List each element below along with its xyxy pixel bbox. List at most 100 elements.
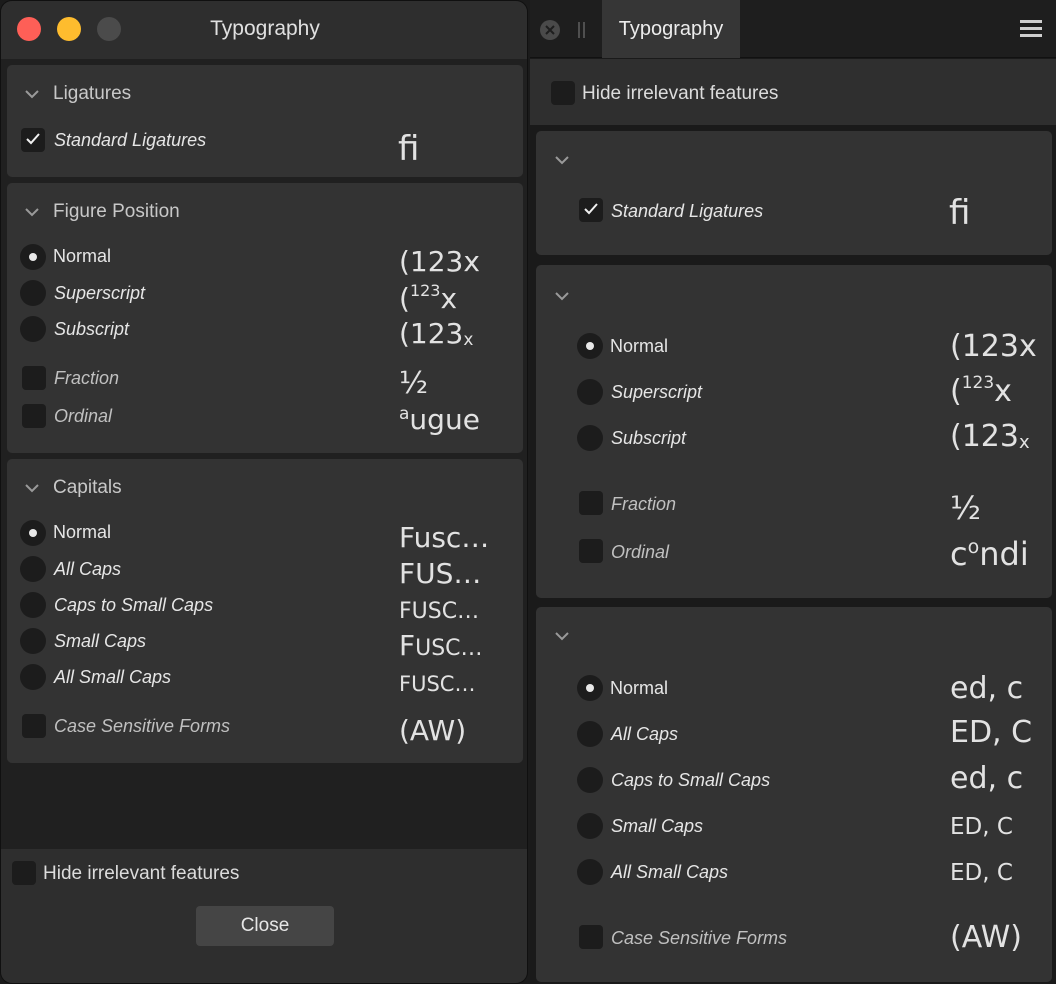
standard-ligatures-checkbox[interactable]	[21, 128, 45, 152]
fraction-label: Fraction	[54, 368, 120, 388]
caps-to-small-caps-sample: ed, c	[950, 761, 1024, 796]
standard-ligatures-sample: fi	[398, 129, 420, 169]
ligatures-section: Standard Ligatures fi	[536, 131, 1052, 255]
caps-normal-sample: ed, c	[950, 671, 1024, 706]
section-title-capitals: Capitals	[53, 477, 122, 498]
small-caps-sample: FUSC…	[399, 629, 483, 662]
caps-normal-label: Normal	[610, 678, 669, 698]
hamburger-menu-icon[interactable]	[1020, 20, 1042, 38]
title-bar: Typography	[1, 1, 527, 59]
figure-subscript-label: Subscript	[54, 319, 130, 339]
chevron-down-icon[interactable]	[25, 484, 39, 496]
standard-ligatures-label: Standard Ligatures	[54, 130, 207, 150]
case-sensitive-forms-label: Case Sensitive Forms	[54, 716, 231, 736]
chevron-down-icon[interactable]	[555, 156, 569, 168]
ligatures-section: Ligatures Standard Ligatures fi	[7, 65, 523, 177]
close-button[interactable]: Close	[196, 906, 334, 946]
chevron-down-icon[interactable]	[555, 292, 569, 304]
standard-ligatures-label: Standard Ligatures	[611, 201, 764, 221]
typography-dialog: Typography Ligatures Standard Ligatures …	[0, 0, 528, 984]
fraction-sample: ½	[399, 366, 429, 401]
all-caps-label: All Caps	[54, 559, 122, 579]
ordinal-checkbox[interactable]	[579, 539, 603, 563]
filter-bar: Hide irrelevant features	[530, 59, 1056, 125]
fraction-checkbox[interactable]	[579, 491, 603, 515]
hide-irrelevant-label: Hide irrelevant features	[43, 863, 240, 884]
figure-position-section: Figure Position Normal (123x Superscript…	[7, 183, 523, 453]
standard-ligatures-checkbox[interactable]	[579, 198, 603, 222]
ordinal-label: Ordinal	[611, 542, 670, 562]
small-caps-label: Small Caps	[54, 631, 147, 651]
figure-subscript-sample: (123x	[399, 317, 474, 350]
chevron-down-icon[interactable]	[555, 632, 569, 644]
fraction-sample: ½	[950, 489, 982, 527]
small-caps-radio[interactable]	[20, 628, 46, 654]
hide-irrelevant-checkbox[interactable]	[551, 81, 575, 105]
fraction-label: Fraction	[611, 494, 677, 514]
small-caps-sample: ED, C	[950, 814, 1013, 840]
checkmark-icon	[584, 203, 598, 215]
figure-superscript-sample: (123x	[399, 281, 458, 315]
small-caps-label: Small Caps	[611, 816, 704, 836]
all-caps-radio[interactable]	[577, 721, 603, 747]
all-small-caps-radio[interactable]	[20, 664, 46, 690]
caps-to-small-caps-radio[interactable]	[577, 767, 603, 793]
figure-superscript-label: Superscript	[611, 382, 703, 402]
figure-subscript-radio[interactable]	[577, 425, 603, 451]
small-caps-radio[interactable]	[577, 813, 603, 839]
close-icon[interactable]	[540, 20, 560, 40]
hide-irrelevant-checkbox[interactable]	[12, 861, 36, 885]
caps-to-small-caps-label: Caps to Small Caps	[54, 595, 214, 615]
capitals-section: Capitals Normal Fusc… All Caps FUS… Caps…	[7, 459, 523, 763]
case-sensitive-forms-checkbox[interactable]	[579, 925, 603, 949]
caps-to-small-caps-radio[interactable]	[20, 592, 46, 618]
figure-normal-sample: (123x	[950, 329, 1037, 364]
checkmark-icon	[26, 133, 40, 145]
hide-irrelevant-label: Hide irrelevant features	[582, 83, 779, 104]
drag-handle-icon[interactable]	[578, 22, 586, 38]
figure-normal-label: Normal	[610, 336, 669, 356]
figure-superscript-sample: (123x	[950, 373, 1012, 409]
figure-subscript-radio[interactable]	[20, 316, 46, 342]
panel-tab-bar: Typography	[530, 0, 1056, 58]
figure-normal-label: Normal	[53, 246, 112, 266]
tab-typography[interactable]: Typography	[602, 0, 740, 58]
all-small-caps-radio[interactable]	[577, 859, 603, 885]
capitals-section: Normal ed, c All Caps ED, C Caps to Smal…	[536, 607, 1052, 982]
figure-position-section: Normal (123x Superscript (123x Subscript…	[536, 265, 1052, 598]
figure-superscript-radio[interactable]	[577, 379, 603, 405]
figure-normal-sample: (123x	[399, 245, 480, 278]
section-title-ligatures: Ligatures	[53, 83, 132, 104]
ordinal-sample: augue	[399, 403, 480, 436]
figure-normal-radio[interactable]	[20, 244, 46, 270]
ordinal-checkbox[interactable]	[22, 404, 46, 428]
caps-normal-radio[interactable]	[577, 675, 603, 701]
caps-normal-label: Normal	[53, 522, 112, 542]
section-title-figure-position: Figure Position	[53, 201, 180, 222]
all-small-caps-sample: ED, C	[950, 860, 1013, 886]
figure-subscript-label: Subscript	[611, 428, 687, 448]
case-sensitive-forms-sample: (AW)	[399, 714, 467, 747]
all-caps-sample: FUS…	[399, 557, 482, 590]
dialog-title: Typography	[210, 17, 320, 40]
case-sensitive-forms-sample: (AW)	[950, 920, 1022, 955]
figure-superscript-radio[interactable]	[20, 280, 46, 306]
figure-subscript-sample: (123x	[950, 419, 1030, 454]
fraction-checkbox[interactable]	[22, 366, 46, 390]
caps-normal-radio[interactable]	[20, 520, 46, 546]
all-caps-sample: ED, C	[950, 715, 1033, 750]
caps-to-small-caps-sample: FUSC…	[399, 599, 480, 624]
figure-superscript-label: Superscript	[54, 283, 146, 303]
ordinal-sample: condi	[950, 535, 1029, 573]
chevron-down-icon[interactable]	[25, 90, 39, 102]
standard-ligatures-sample: fi	[949, 193, 971, 233]
figure-normal-radio[interactable]	[577, 333, 603, 359]
all-caps-label: All Caps	[611, 724, 679, 744]
ordinal-label: Ordinal	[54, 406, 113, 426]
typography-panel: Typography Hide irrelevant features Stan…	[530, 0, 1056, 984]
chevron-down-icon[interactable]	[25, 208, 39, 220]
all-caps-radio[interactable]	[20, 556, 46, 582]
case-sensitive-forms-checkbox[interactable]	[22, 714, 46, 738]
caps-to-small-caps-label: Caps to Small Caps	[611, 770, 771, 790]
all-small-caps-label: All Small Caps	[54, 667, 172, 687]
